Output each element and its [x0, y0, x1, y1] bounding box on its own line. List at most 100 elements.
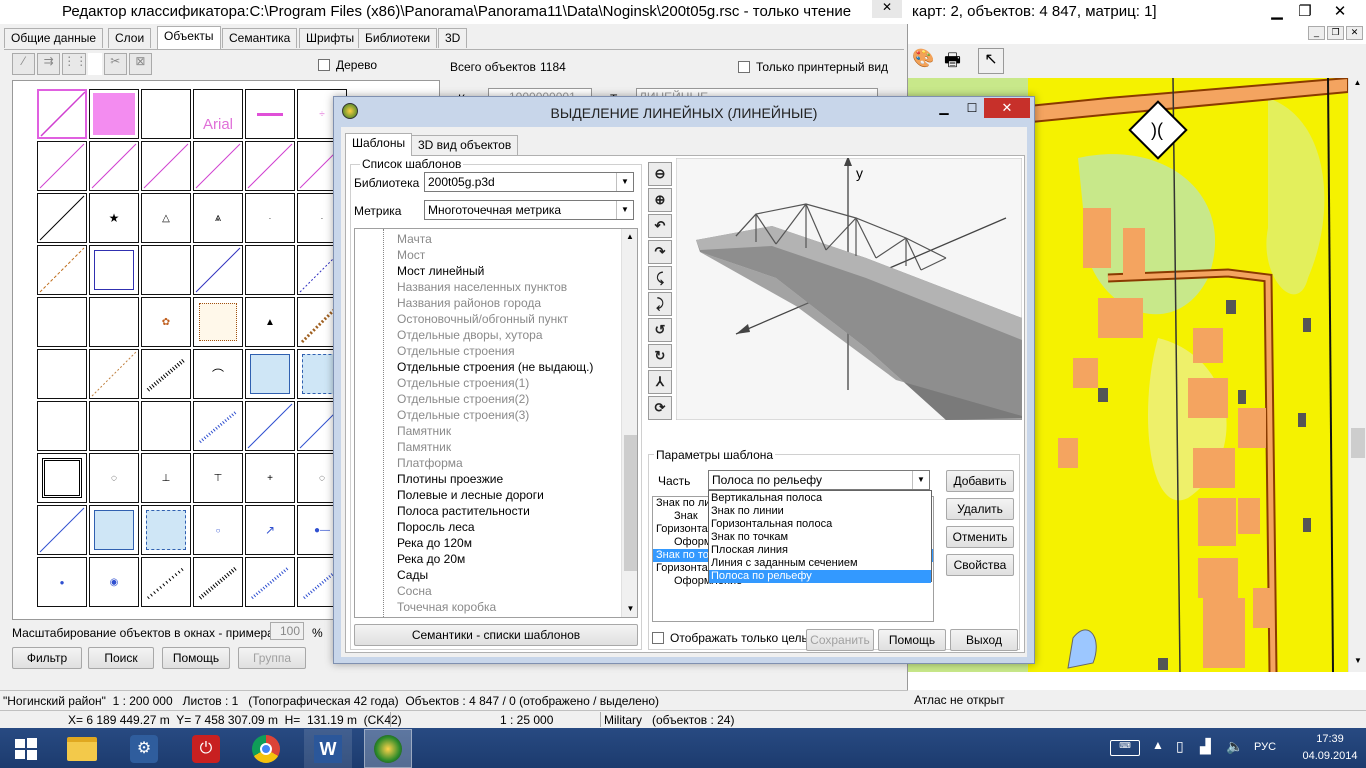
mdi-minimize-icon[interactable]: _	[1308, 26, 1325, 40]
template-item[interactable]: Отдельные строения(3)	[355, 407, 621, 423]
template-item[interactable]: Отдельные строения	[355, 343, 621, 359]
sample-cell[interactable]	[37, 505, 87, 555]
sample-cell[interactable]: ✿	[141, 297, 191, 347]
add-button[interactable]: Добавить	[946, 470, 1014, 492]
sample-cell[interactable]: ★	[89, 193, 139, 243]
template-item[interactable]: Полоса растительности	[355, 503, 621, 519]
template-item[interactable]: Мост	[355, 247, 621, 263]
reset-view-icon[interactable]: ⟳	[648, 396, 672, 420]
sample-cell[interactable]: ⊤	[193, 453, 243, 503]
tab-general[interactable]: Общие данные	[4, 28, 104, 48]
chevron-down-icon[interactable]: ▼	[616, 201, 633, 219]
metric-select[interactable]: Многоточечная метрика ▼	[424, 200, 634, 220]
dialog-minimize-icon[interactable]: ▁	[930, 101, 958, 119]
scroll-up-icon[interactable]: ▲	[1349, 78, 1366, 94]
file-explorer-icon[interactable]	[58, 729, 106, 768]
sample-cell[interactable]	[245, 349, 295, 399]
rotate-y-left-icon[interactable]: ⤹	[648, 266, 672, 290]
group-button[interactable]: Группа	[238, 647, 306, 669]
sample-cell[interactable]: ⊥	[141, 453, 191, 503]
sample-cell[interactable]	[37, 193, 87, 243]
template-item[interactable]: Точечная коробка	[355, 599, 621, 615]
part-option[interactable]: Вертикальная полоса	[709, 492, 931, 505]
template-item[interactable]: Отдельные строения(1)	[355, 375, 621, 391]
part-option[interactable]: Знак по точкам	[709, 531, 931, 544]
keyboard-icon[interactable]: ⌨	[1110, 740, 1140, 756]
mdi-close-icon[interactable]: ✕	[1346, 26, 1363, 40]
template-item[interactable]: Мачта	[355, 231, 621, 247]
sample-cell[interactable]: ◉	[89, 557, 139, 607]
exit-button[interactable]: Выход	[950, 629, 1018, 651]
settings-app-icon[interactable]: ⚙	[120, 729, 168, 768]
sample-cell[interactable]: Arial	[193, 89, 243, 139]
dialog-maximize-icon[interactable]: ☐	[958, 101, 986, 119]
template-item[interactable]: Памятник	[355, 439, 621, 455]
part-dropdown[interactable]: Вертикальная полоса Знак по линии Горизонт…	[708, 490, 932, 583]
chrome-icon[interactable]	[242, 729, 290, 768]
template-item[interactable]: Платформа	[355, 455, 621, 471]
battery-icon[interactable]: ▯	[1176, 738, 1184, 755]
template-item[interactable]: Отдельные строения (не выдающ.)	[355, 359, 621, 375]
scroll-up-icon[interactable]: ▲	[622, 229, 637, 245]
printer-icon[interactable]: 🖶	[944, 48, 968, 72]
sample-cell[interactable]	[89, 89, 139, 139]
sample-cell[interactable]	[89, 297, 139, 347]
tab-3d-view[interactable]: 3D вид объектов	[411, 135, 519, 155]
search-button[interactable]: Поиск	[88, 647, 154, 669]
sample-cell[interactable]	[89, 401, 139, 451]
dialog-close-icon[interactable]: ✕	[984, 98, 1030, 118]
tab-libraries[interactable]: Библиотеки	[358, 28, 438, 48]
rotate-z-left-icon[interactable]: ↶	[648, 214, 672, 238]
tab-3d[interactable]: 3D	[438, 28, 468, 48]
template-item[interactable]: Река до 120м	[355, 535, 621, 551]
template-item[interactable]: Река до 20м	[355, 551, 621, 567]
sample-cell[interactable]	[141, 349, 191, 399]
palette-icon[interactable]: 🎨	[912, 48, 936, 72]
sample-cell[interactable]: △	[141, 193, 191, 243]
sample-cell[interactable]: ⌒	[193, 349, 243, 399]
filter-button[interactable]: Фильтр	[12, 647, 82, 669]
part-select[interactable]: Полоса по рельефу ▼	[708, 470, 930, 490]
tab-objects[interactable]: Объекты	[157, 26, 221, 49]
sample-cell[interactable]: ·	[245, 193, 295, 243]
restore-icon[interactable]: ❐	[1292, 0, 1318, 24]
sample-cell[interactable]	[193, 401, 243, 451]
save-button[interactable]: Сохранить	[806, 629, 874, 651]
part-option[interactable]: Линия с заданным сечением	[709, 557, 931, 570]
sample-cell[interactable]	[193, 245, 243, 295]
only-whole-checkbox[interactable]	[652, 632, 664, 644]
tree-scrollbar[interactable]: ▲ ▼	[621, 229, 637, 617]
sample-cell[interactable]	[89, 245, 139, 295]
rotate-x-right-icon[interactable]: ↻	[648, 344, 672, 368]
part-option[interactable]: Полоса по рельефу	[709, 570, 931, 583]
sample-cell[interactable]	[37, 453, 87, 503]
show-hidden-icon[interactable]: ▲	[1152, 738, 1164, 752]
template-item[interactable]: Названия районов города	[355, 295, 621, 311]
sample-cell[interactable]: ○	[193, 505, 243, 555]
sample-cell[interactable]: +	[245, 453, 295, 503]
sample-cell[interactable]	[193, 141, 243, 191]
template-item[interactable]: Остоновочный/обгонный пункт	[355, 311, 621, 327]
library-select[interactable]: 200t05g.p3d ▼	[424, 172, 634, 192]
semantics-templates-button[interactable]: Семантики - списки шаблонов	[354, 624, 638, 646]
power-app-icon[interactable]: ⏻	[182, 729, 230, 768]
3d-preview[interactable]: y	[676, 158, 1022, 420]
axes-icon[interactable]: ⅄	[648, 370, 672, 394]
sample-cell[interactable]	[245, 401, 295, 451]
sample-cell[interactable]	[141, 245, 191, 295]
scroll-down-icon[interactable]: ▼	[1349, 656, 1366, 672]
tree-checkbox[interactable]	[318, 59, 330, 71]
sample-cell[interactable]: ↗	[245, 505, 295, 555]
sample-cell[interactable]	[37, 141, 87, 191]
part-option[interactable]: Плоская линия	[709, 544, 931, 557]
sample-cell[interactable]: ▲	[245, 297, 295, 347]
rotate-z-right-icon[interactable]: ↷	[648, 240, 672, 264]
delete-button[interactable]: Удалить	[946, 498, 1014, 520]
sample-cell[interactable]	[89, 505, 139, 555]
sample-cell[interactable]	[245, 141, 295, 191]
help-button[interactable]: Помощь	[162, 647, 230, 669]
properties-button[interactable]: Свойства	[946, 554, 1014, 576]
sample-cell[interactable]: ●	[37, 557, 87, 607]
template-item[interactable]: Памятник	[355, 423, 621, 439]
scale-input[interactable]: 100	[270, 622, 304, 640]
